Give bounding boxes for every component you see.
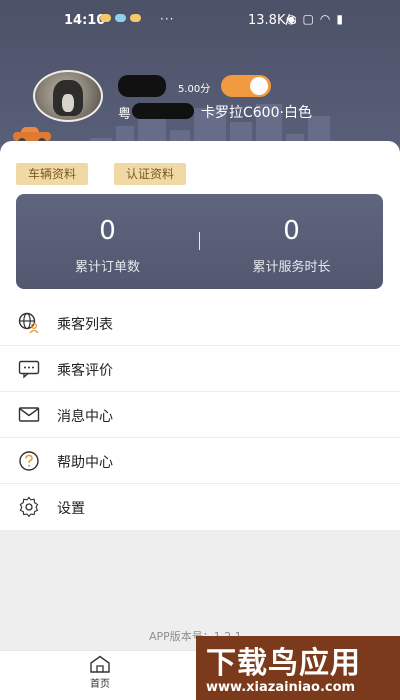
- help-icon: [19, 451, 39, 471]
- comment-icon: [18, 360, 40, 379]
- orders-label: 累计订单数: [74, 260, 140, 275]
- redacted-name: [118, 75, 166, 97]
- certification-info-button[interactable]: 认证资料: [114, 163, 187, 185]
- menu-label: 乘客评价: [57, 363, 113, 379]
- redacted-plate: [132, 103, 194, 119]
- notification-icon: [115, 14, 126, 22]
- plate-province: 粤: [118, 107, 132, 122]
- wifi-icon: ◠: [319, 12, 331, 26]
- watermark: 下载鸟应用 www.xiazainiao.com: [196, 636, 400, 700]
- tab-home-label: 首页: [90, 679, 110, 690]
- alarm-icon: ◉: [286, 12, 297, 26]
- home-icon: [90, 655, 110, 673]
- menu-item-help-center[interactable]: 帮助中心: [0, 438, 400, 484]
- orders-count: 0: [99, 216, 116, 246]
- profile-card: 车辆资料 认证资料 0 累计订单数 0 累计服务时长: [0, 141, 400, 301]
- service-time-value: 0: [283, 216, 300, 246]
- menu-list: 乘客列表 乘客评价 消息中心 帮助中心 设置: [0, 300, 400, 530]
- status-bar: 14:10 ··· 13.8K/s ◉ ▢ ◠ ▮: [0, 0, 400, 40]
- mail-icon: [18, 407, 40, 422]
- menu-label: 帮助中心: [57, 455, 113, 471]
- settings-icon: [19, 496, 39, 518]
- menu-label: 乘客列表: [57, 317, 113, 333]
- battery-icon: ▮: [336, 12, 343, 26]
- avatar[interactable]: [33, 70, 103, 122]
- system-icons: ◉ ▢ ◠ ▮: [286, 12, 343, 26]
- notification-icon: [130, 14, 141, 22]
- menu-item-settings[interactable]: 设置: [0, 484, 400, 530]
- more-dots-icon: ···: [160, 12, 175, 26]
- service-time-label: 累计服务时长: [252, 260, 331, 275]
- online-toggle[interactable]: [221, 75, 271, 97]
- service-time-stat[interactable]: 0 累计服务时长: [200, 194, 383, 289]
- passenger-list-icon: [18, 312, 39, 334]
- nfc-icon: ▢: [302, 12, 314, 26]
- toggle-knob: [250, 77, 268, 95]
- menu-label: 消息中心: [57, 409, 113, 425]
- menu-label: 设置: [57, 501, 85, 517]
- menu-item-passenger-reviews[interactable]: 乘客评价: [0, 346, 400, 392]
- car-model-color: 卡罗拉C600·白色: [201, 105, 312, 121]
- watermark-url: www.xiazainiao.com: [206, 680, 356, 695]
- orders-stat[interactable]: 0 累计订单数: [16, 194, 199, 289]
- menu-item-message-center[interactable]: 消息中心: [0, 392, 400, 438]
- driver-rating: 5.00分: [178, 84, 211, 95]
- notification-icon: [100, 14, 111, 22]
- tab-home[interactable]: 首页: [80, 651, 120, 700]
- stats-panel: 0 累计订单数 0 累计服务时长: [16, 194, 383, 289]
- watermark-title: 下载鸟应用: [206, 646, 361, 681]
- vehicle-info-button[interactable]: 车辆资料: [16, 163, 89, 185]
- menu-item-passenger-list[interactable]: 乘客列表: [0, 300, 400, 346]
- notification-icons: [100, 14, 141, 22]
